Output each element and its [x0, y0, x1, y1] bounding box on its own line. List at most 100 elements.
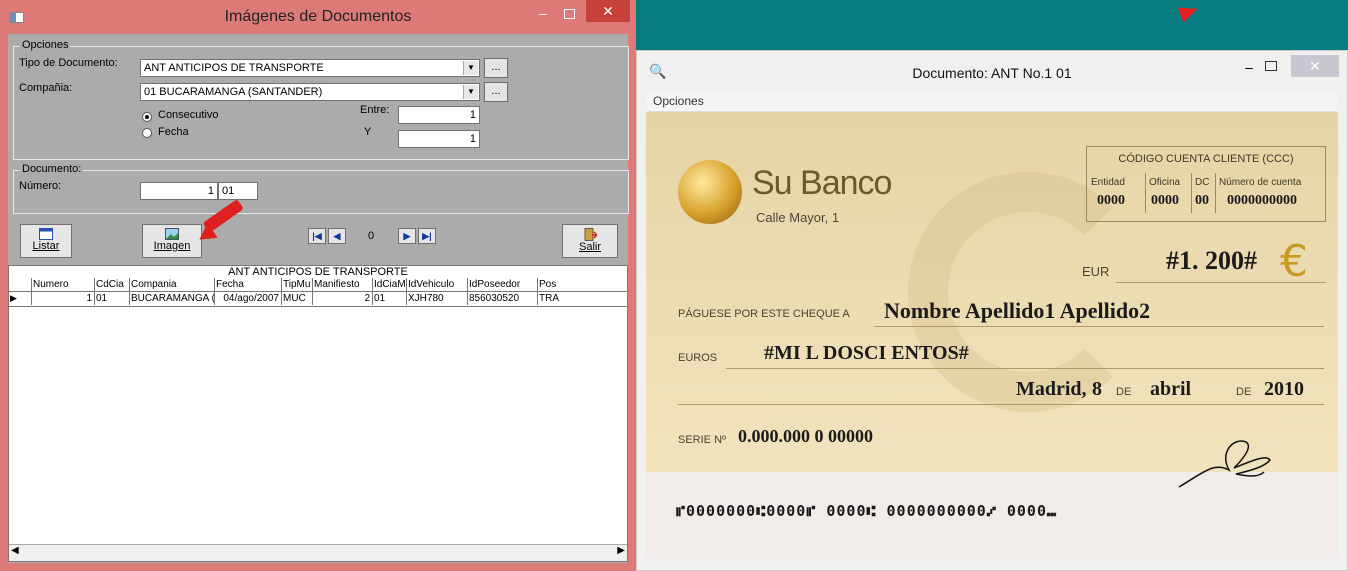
options-group-title: Opciones — [20, 39, 71, 51]
document-group — [13, 170, 629, 214]
row-pointer-icon: ▶ — [10, 293, 17, 303]
imagen-label: Imagen — [153, 240, 191, 252]
fecha-radio[interactable] — [142, 128, 152, 138]
scroll-right-icon[interactable]: ▶ — [617, 545, 625, 556]
bank-logo-globe — [678, 160, 742, 224]
bank-address: Calle Mayor, 1 — [756, 210, 840, 225]
company-select[interactable]: 01 BUCARAMANGA (SANTANDER) ▼ — [140, 83, 480, 101]
entre-input[interactable]: 1 — [398, 106, 480, 124]
cheque-amount: #1. 200# — [1166, 246, 1257, 275]
issue-place: Madrid, — [1016, 378, 1087, 400]
ccc-divider — [1215, 173, 1216, 213]
signature — [1178, 440, 1271, 488]
table-cell[interactable]: 01 — [372, 292, 406, 305]
maximize-button[interactable] — [558, 4, 580, 24]
close-button[interactable]: ✕ — [586, 0, 630, 22]
maximize-button[interactable] — [1265, 61, 1277, 71]
ccc-value: 0000 — [1151, 193, 1179, 208]
issue-year: 2010 — [1264, 378, 1304, 400]
consecutivo-radio[interactable] — [142, 112, 152, 122]
column-header[interactable]: Compania — [129, 278, 214, 291]
column-header[interactable]: Pos — [537, 278, 627, 291]
menu-options[interactable]: Opciones — [653, 94, 704, 108]
column-header[interactable]: CdCia — [94, 278, 129, 291]
cheque-image: Su Banco Calle Mayor, 1 CÓDIGO CUENTA CL… — [646, 112, 1338, 559]
amount-in-words: #MI L DOSCI ENTOS# — [764, 342, 969, 364]
document-type-select[interactable]: ANT ANTICIPOS DE TRANSPORTE ▼ — [140, 59, 480, 77]
serie-label: SERIE Nº — [678, 434, 727, 446]
column-header[interactable]: Numero — [31, 278, 94, 291]
fecha-label: Fecha — [158, 126, 189, 138]
currency-label: EUR — [1082, 264, 1110, 279]
column-header[interactable]: TipMu — [281, 278, 312, 291]
column-header[interactable]: IdPoseedor — [467, 278, 537, 291]
exit-door-icon — [584, 228, 597, 241]
table-cell[interactable]: 2 — [312, 292, 372, 305]
ccc-value: 0000 — [1097, 193, 1125, 208]
date-de-label: DE — [1116, 386, 1132, 398]
column-header[interactable]: Fecha — [214, 278, 281, 291]
issue-month: abril — [1150, 378, 1192, 400]
horizontal-scrollbar[interactable]: ◀ ▶ — [9, 544, 627, 561]
grid-caption: ANT ANTICIPOS DE TRANSPORTE — [228, 266, 408, 278]
chevron-down-icon[interactable]: ▼ — [463, 61, 478, 75]
ccc-divider — [1145, 173, 1146, 213]
table-cell[interactable]: 856030520 — [467, 292, 537, 305]
column-header[interactable]: Manifiesto — [312, 278, 372, 291]
payee-name: Nombre Apellido1 Apellido2 — [884, 298, 1151, 323]
salir-button[interactable]: Salir — [562, 224, 618, 258]
table-cell[interactable]: 04/ago/2007 — [214, 292, 281, 305]
document-type-label: Tipo de Documento: — [19, 57, 118, 69]
table-cell[interactable]: 01 — [94, 292, 129, 305]
scroll-left-icon[interactable]: ◀ — [11, 545, 19, 556]
column-header[interactable]: IdCiaM — [372, 278, 406, 291]
ccc-header: Número de cuenta — [1219, 177, 1302, 188]
company-value: 01 BUCARAMANGA (SANTANDER) — [144, 86, 323, 98]
ccc-title: CÓDIGO CUENTA CLIENTE (CCC) — [1118, 153, 1294, 165]
table-row[interactable]: ▶ 1 01 BUCARAMANGA (SA 04/ago/2007 MUC 2… — [9, 292, 627, 307]
consecutivo-label: Consecutivo — [158, 109, 219, 121]
next-record-button[interactable]: ▶ — [398, 228, 416, 244]
company-label: Compañia: — [19, 82, 73, 94]
minimize-button[interactable]: – — [1239, 59, 1259, 75]
listar-label: Listar — [32, 240, 60, 252]
number-input[interactable]: 1 — [140, 182, 218, 200]
table-cell[interactable]: BUCARAMANGA (SA — [129, 292, 214, 305]
euros-label: EUROS — [678, 352, 718, 364]
previous-record-button[interactable]: ◀ — [328, 228, 346, 244]
company-browse-button[interactable]: ... — [484, 82, 508, 102]
first-record-button[interactable]: |◀ — [308, 228, 326, 244]
chevron-down-icon[interactable]: ▼ — [463, 85, 478, 99]
table-cell[interactable]: MUC — [281, 292, 312, 305]
euro-symbol: € — [1280, 236, 1308, 287]
image-icon — [165, 228, 179, 240]
window-titlebar[interactable]: Imágenes de Documentos – ✕ — [0, 0, 636, 34]
number-suffix-input[interactable]: 01 — [218, 182, 258, 200]
minimize-button[interactable]: – — [532, 4, 554, 24]
document-group-title: Documento: — [20, 163, 84, 175]
ccc-header: DC — [1195, 177, 1210, 188]
y-input[interactable]: 1 — [398, 130, 480, 148]
results-grid[interactable]: ANT ANTICIPOS DE TRANSPORTE Numero CdCia… — [8, 265, 628, 562]
ccc-value: 00 — [1195, 193, 1209, 208]
entre-label: Entre: — [360, 104, 390, 116]
table-cell[interactable]: XJH780 — [406, 292, 467, 305]
bank-name: Su Banco — [752, 164, 892, 202]
close-button[interactable]: ✕ — [1291, 55, 1339, 77]
date-line — [678, 404, 1324, 405]
ccc-header: Oficina — [1149, 177, 1181, 188]
micr-line: ⑈0000000⑆0000⑈ 0000⑆ 0000000000⑇ 0000⑉ — [676, 502, 1057, 520]
payee-line — [874, 326, 1324, 327]
table-cell[interactable]: TRA — [537, 292, 627, 305]
ccc-value: 0000000000 — [1227, 193, 1297, 208]
document-type-value: ANT ANTICIPOS DE TRANSPORTE — [144, 62, 324, 74]
imagen-button[interactable]: Imagen — [142, 224, 202, 258]
table-cell[interactable]: 1 — [31, 292, 94, 305]
column-header[interactable]: IdVehiculo — [406, 278, 467, 291]
last-record-button[interactable]: ▶| — [418, 228, 436, 244]
document-type-browse-button[interactable]: ... — [484, 58, 508, 78]
words-line — [726, 368, 1324, 369]
listar-button[interactable]: Listar — [20, 224, 72, 258]
documents-images-window: Imágenes de Documentos – ✕ Opciones Tipo… — [0, 0, 636, 571]
payee-label: PÁGUESE POR ESTE CHEQUE A — [678, 308, 850, 320]
